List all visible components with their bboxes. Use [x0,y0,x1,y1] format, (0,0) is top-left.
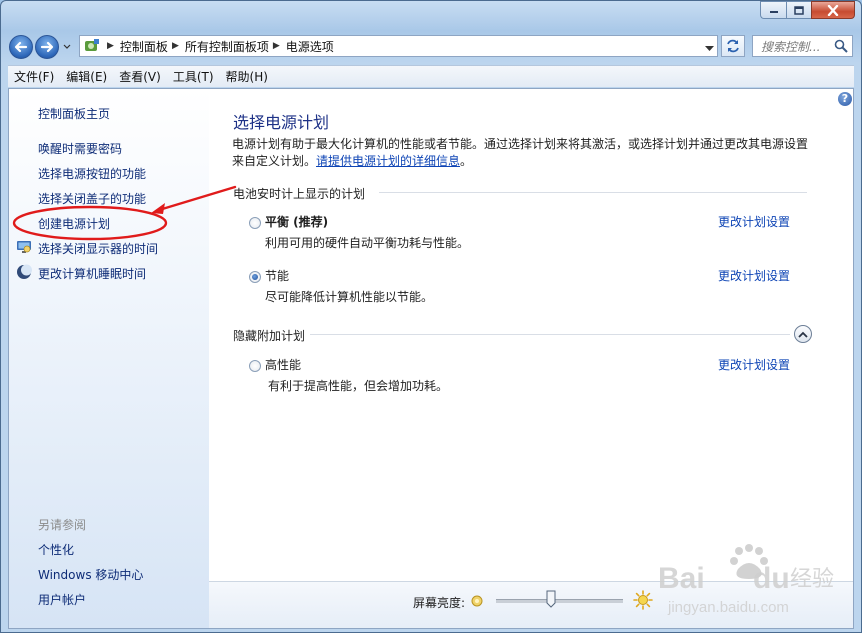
group-shown-plans: 电池安时计上显示的计划 [233,187,366,201]
chevron-down-icon [705,46,714,51]
intro-text: 电源计划有助于最大化计算机的性能或者节能。通过选择计划来将其激活，或选择计划并通… [232,136,812,170]
plan-desc-power-saver: 尽可能降低计算机性能以节能。 [265,290,434,304]
explorer-window: ▶ 控制面板 ▶ 所有控制面板项 ▶ 电源选项 搜索控制... 文件(F) 编辑… [0,0,862,633]
radio-high-performance[interactable] [249,360,261,372]
chevron-right-icon[interactable]: ▶ [273,41,280,51]
recent-pages-dropdown[interactable] [62,42,72,52]
address-bar[interactable]: ▶ 控制面板 ▶ 所有控制面板项 ▶ 电源选项 [79,35,718,57]
chevron-right-icon: ▶ [107,41,114,51]
chevron-up-icon [798,331,808,338]
brightness-slider[interactable] [496,599,623,603]
group-divider [310,334,790,335]
breadcrumb-all-items[interactable]: 所有控制面板项 [185,38,269,55]
change-plan-balanced-link[interactable]: 更改计划设置 [718,213,790,230]
brightness-slider-thumb[interactable] [546,590,556,608]
search-placeholder: 搜索控制... [761,39,821,54]
arrow-left-icon [14,41,28,53]
svg-text:du: du [753,562,790,595]
link-display-off-time[interactable]: 选择关闭显示器的时间 [38,240,158,257]
refresh-button[interactable] [721,35,745,57]
plan-name-balanced[interactable]: 平衡 (推荐) [265,213,328,230]
maximize-icon [794,5,804,15]
task-pane: 控制面板主页 唤醒时需要密码 选择电源按钮的功能 选择关闭盖子的功能 创建电源计… [9,89,209,628]
plan-desc-high-performance: 有利于提高性能，但会增加功耗。 [268,379,449,393]
menu-bar: 文件(F) 编辑(E) 查看(V) 工具(T) 帮助(H) [8,65,854,87]
brightness-high-icon [633,590,653,610]
group-divider [379,192,807,193]
radio-power-saver[interactable] [249,271,261,283]
link-user-accounts[interactable]: 用户帐户 [38,591,86,608]
menu-help[interactable]: 帮助(H) [220,68,274,85]
annotation-arrow [151,185,237,214]
intro-line-1: 电源计划有助于最大化计算机的性能或者节能。通过选择计划来将其激活，或选择计划并通… [232,137,809,151]
plan-desc-balanced: 利用可用的硬件自动平衡功耗与性能。 [265,236,470,250]
link-personalization[interactable]: 个性化 [38,541,74,558]
minimize-button[interactable] [760,1,786,19]
breadcrumb-power-options[interactable]: 电源选项 [286,38,334,55]
forward-button[interactable] [35,35,59,59]
search-input[interactable]: 搜索控制... [752,35,853,57]
plan-name-high-performance[interactable]: 高性能 [265,356,301,373]
maximize-button[interactable] [786,1,811,19]
chevron-down-icon [63,44,71,49]
search-icon[interactable] [834,39,848,53]
minimize-icon [769,11,778,13]
close-icon [827,4,839,16]
breadcrumb-control-panel[interactable]: 控制面板 [120,38,168,55]
link-mobility-center[interactable]: Windows 移动中心 [38,566,143,583]
link-sleep-time[interactable]: 更改计算机睡眠时间 [38,265,146,282]
menu-file[interactable]: 文件(F) [8,68,60,85]
address-dropdown-button[interactable] [705,41,714,55]
refresh-icon [727,39,739,53]
control-panel-icon [83,37,103,55]
svg-text:经验: 经验 [790,567,834,592]
arrow-right-icon [40,41,54,53]
collapse-button[interactable] [794,325,812,343]
change-plan-high-performance-link[interactable]: 更改计划设置 [718,356,790,373]
baidu-watermark: Bai du 经验 jingyan.baidu.com [658,544,834,616]
annotation-ellipse [12,205,168,241]
brightness-low-icon [471,595,483,607]
intro-period: 。 [460,154,473,168]
radio-balanced[interactable] [249,217,261,229]
help-icon[interactable]: ? [838,92,852,106]
menu-edit[interactable]: 编辑(E) [60,68,113,85]
moon-icon [17,264,32,279]
link-require-password[interactable]: 唤醒时需要密码 [38,140,122,157]
page-title: 选择电源计划 [233,113,330,132]
caption-buttons [760,1,855,21]
navigation-buttons [9,34,72,60]
close-button[interactable] [811,1,855,19]
back-button[interactable] [9,35,33,59]
group-hidden-plans: 隐藏附加计划 [233,329,306,343]
link-power-button[interactable]: 选择电源按钮的功能 [38,165,146,182]
brightness-label: 屏幕亮度: [413,596,466,610]
intro-line-2: 来自定义计划。 [232,154,317,168]
chevron-right-icon[interactable]: ▶ [172,41,179,51]
plan-name-power-saver[interactable]: 节能 [265,267,289,284]
link-control-panel-home[interactable]: 控制面板主页 [38,105,110,122]
svg-text:jingyan.baidu.com: jingyan.baidu.com [667,599,789,616]
menu-tools[interactable]: 工具(T) [167,68,220,85]
menu-view[interactable]: 查看(V) [113,68,167,85]
change-plan-power-saver-link[interactable]: 更改计划设置 [718,267,790,284]
svg-text:Bai: Bai [658,562,705,595]
see-also-heading: 另请参阅 [38,518,87,532]
plan-details-link[interactable]: 请提供电源计划的详细信息 [316,154,460,168]
